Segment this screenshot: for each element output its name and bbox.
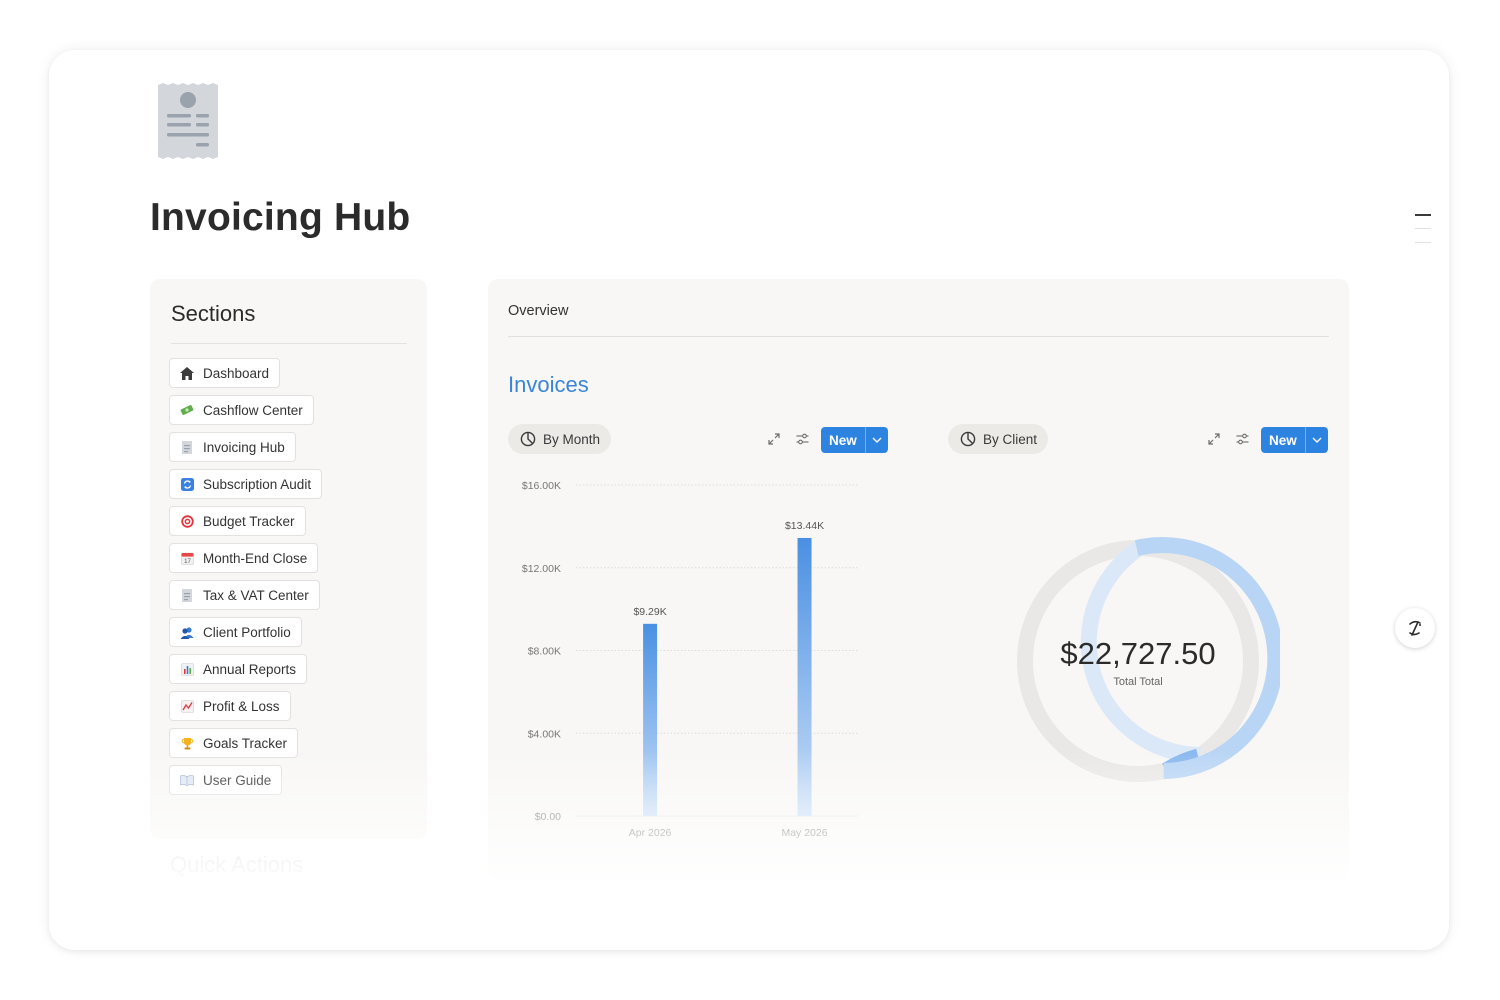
- svg-text:17: 17: [184, 559, 191, 565]
- new-button[interactable]: New: [1261, 427, 1328, 453]
- pie-chart-icon: [960, 431, 976, 447]
- calendar-icon: 17: [180, 551, 194, 565]
- data-label: $13.44K: [785, 520, 824, 532]
- nav-item-profit-loss[interactable]: Profit & Loss: [169, 691, 291, 721]
- nav-item-label: Dashboard: [203, 365, 270, 381]
- nav-item-label: Tax & VAT Center: [203, 587, 309, 603]
- invoices-by-month-chart: $0.00 $4.00K $8.00K $12.00K $16.00K $9.29K Apr…: [522, 480, 858, 839]
- bar[interactable]: [643, 623, 658, 816]
- donut-total-value: $22,727.50: [1060, 636, 1216, 671]
- data-label: $9.29K: [633, 606, 666, 618]
- expand-icon[interactable]: [1206, 431, 1222, 447]
- sections-nav: Dashboard Cashflow Center Invoicing Hub …: [169, 358, 323, 802]
- trend-chart-icon: [180, 699, 194, 713]
- page-title: Invoicing Hub: [150, 196, 411, 239]
- house-icon: [180, 366, 194, 380]
- bar[interactable]: [797, 537, 812, 816]
- chevron-down-icon[interactable]: [864, 427, 888, 453]
- y-tick-label: $12.00K: [522, 563, 561, 575]
- nav-item-label: Profit & Loss: [203, 698, 280, 714]
- quick-actions-title: Quick Actions: [170, 852, 304, 877]
- target-icon: [180, 514, 194, 528]
- receipt-icon: [180, 440, 194, 454]
- y-tick-label: $8.00K: [528, 646, 561, 658]
- nav-item-label: User Guide: [203, 772, 272, 788]
- nav-item-label: Client Portfolio: [203, 624, 291, 640]
- app-window: Invoicing Hub Sections Dashboard Cashflo…: [49, 50, 1449, 950]
- trophy-icon: [180, 736, 194, 750]
- overview-label: Overview: [508, 303, 569, 319]
- view-tab-label: By Client: [983, 431, 1038, 447]
- receipt-icon: [180, 588, 194, 602]
- nav-item-label: Annual Reports: [203, 661, 297, 677]
- bar-chart-icon: [180, 662, 194, 676]
- nav-item-dashboard[interactable]: Dashboard: [169, 358, 281, 388]
- table-of-contents-icon[interactable]: [1415, 214, 1431, 256]
- nav-item-invoicing-hub[interactable]: Invoicing Hub: [169, 432, 296, 462]
- nav-item-label: Subscription Audit: [203, 476, 312, 492]
- money-icon: [180, 403, 194, 417]
- nav-item-goals-tracker[interactable]: Goals Tracker: [169, 728, 299, 758]
- view-tab-by-client[interactable]: By Client: [948, 424, 1049, 454]
- sections-title: Sections: [171, 301, 256, 326]
- expand-icon[interactable]: [766, 431, 782, 447]
- x-tick-label: May 2026: [781, 827, 827, 839]
- nav-item-label: Goals Tracker: [203, 735, 288, 751]
- nav-item-client-portfolio[interactable]: Client Portfolio: [169, 617, 302, 647]
- assistant-icon[interactable]: [1395, 608, 1435, 648]
- people-icon: [180, 625, 194, 639]
- nav-item-user-guide[interactable]: User Guide: [169, 765, 283, 795]
- nav-item-subscription-audit[interactable]: Subscription Audit: [169, 469, 323, 499]
- nav-item-budget-tracker[interactable]: Budget Tracker: [169, 506, 306, 536]
- receipt-icon: [158, 83, 218, 159]
- new-button-label: New: [1269, 432, 1297, 448]
- chevron-down-icon[interactable]: [1304, 427, 1328, 453]
- nav-item-month-end-close[interactable]: 17 Month-End Close: [169, 543, 319, 573]
- y-tick-label: $4.00K: [528, 728, 561, 740]
- nav-item-label: Month-End Close: [203, 550, 308, 566]
- filter-sliders-icon[interactable]: [794, 431, 810, 447]
- divider: [508, 336, 1329, 337]
- nav-item-label: Budget Tracker: [203, 513, 295, 529]
- sections-panel: Sections Dashboard Cashflow Center Invoi…: [150, 279, 427, 839]
- book-icon: [180, 773, 194, 787]
- y-tick-label: $0.00: [535, 811, 561, 823]
- divider: [171, 343, 407, 344]
- new-button[interactable]: New: [821, 427, 888, 453]
- nav-item-label: Invoicing Hub: [203, 439, 285, 455]
- nav-item-cashflow-center[interactable]: Cashflow Center: [169, 395, 314, 425]
- view-tab-by-month[interactable]: By Month: [508, 424, 612, 454]
- nav-item-label: Cashflow Center: [203, 402, 303, 418]
- nav-item-annual-reports[interactable]: Annual Reports: [169, 654, 308, 684]
- nav-item-tax-vat-center[interactable]: Tax & VAT Center: [169, 580, 320, 610]
- filter-sliders-icon[interactable]: [1234, 431, 1250, 447]
- overview-panel: Overview Invoices By Month New By Client: [488, 279, 1349, 879]
- invoices-heading: Invoices: [508, 372, 589, 397]
- x-tick-label: Apr 2026: [629, 827, 672, 839]
- view-tab-label: By Month: [543, 431, 601, 447]
- pie-chart-icon: [520, 431, 536, 447]
- refresh-icon: [180, 477, 194, 491]
- donut-total-label: Total Total: [1113, 676, 1163, 688]
- new-button-label: New: [829, 432, 857, 448]
- y-tick-label: $16.00K: [522, 480, 561, 492]
